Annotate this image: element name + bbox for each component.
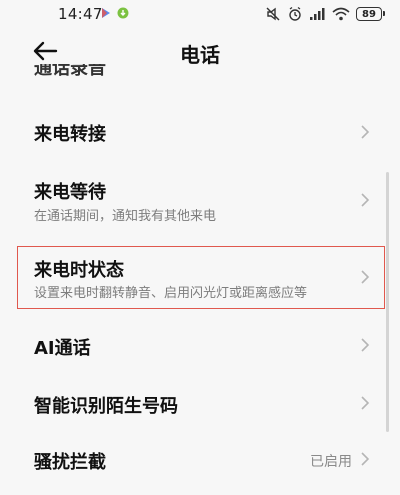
status-time: 14:47 <box>58 5 103 23</box>
notification-icons <box>100 7 129 19</box>
list-item-subtitle: 设置来电时翻转静音、启用闪光灯或距离感应等 <box>34 286 308 301</box>
chevron-right-icon <box>361 452 370 466</box>
chevron-right-icon <box>361 125 370 139</box>
list-item-title: 来电等待 <box>34 182 106 203</box>
mute-icon <box>266 7 280 21</box>
list-item-subtitle: 在通话期间，通知我有其他来电 <box>34 209 217 224</box>
list-item-call-forwarding[interactable]: 来电转接 <box>0 100 400 164</box>
list-item-title: 来电时状态 <box>34 260 124 281</box>
partial-list-item[interactable]: 通话录音 <box>34 64 114 80</box>
download-icon <box>117 7 129 19</box>
status-bar: 14:47 89 <box>0 0 400 30</box>
alarm-icon <box>289 6 301 21</box>
list-item-title: AI通话 <box>34 338 91 359</box>
chevron-right-icon <box>361 193 370 207</box>
list-item-title: 骚扰拦截 <box>34 452 106 473</box>
battery-icon: 89 <box>356 7 385 21</box>
list-item-call-waiting[interactable]: 来电等待 在通话期间，通知我有其他来电 <box>0 168 400 236</box>
list-item-ai-call[interactable]: AI通话 <box>0 318 400 374</box>
wifi-icon <box>332 7 350 21</box>
list-item-incoming-call-status[interactable]: 来电时状态 设置来电时翻转静音、启用闪光灯或距离感应等 <box>0 246 400 309</box>
play-store-icon <box>102 8 110 18</box>
signal-icon <box>310 8 325 20</box>
status-right-icons: 89 <box>265 6 385 22</box>
list-item-harassment-block[interactable]: 骚扰拦截 已启用 <box>0 436 400 492</box>
list-item-title: 智能识别陌生号码 <box>34 396 178 417</box>
partial-list-item-label: 通话录音 <box>34 64 106 79</box>
chevron-right-icon <box>361 338 370 352</box>
list-item-smart-caller-id[interactable]: 智能识别陌生号码 <box>0 376 400 432</box>
list-item-status: 已启用 <box>310 454 352 470</box>
chevron-right-icon <box>361 270 370 284</box>
list-item-title: 来电转接 <box>34 124 106 145</box>
chevron-right-icon <box>361 396 370 410</box>
